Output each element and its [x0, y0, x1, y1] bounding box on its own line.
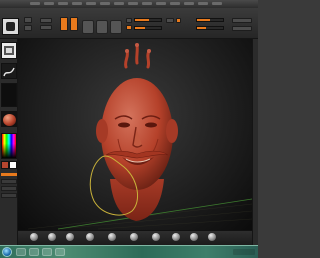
- palette-row[interactable]: [1, 179, 17, 184]
- menu-item[interactable]: [198, 2, 208, 5]
- menu-item[interactable]: [72, 2, 82, 5]
- zadd-button[interactable]: [126, 25, 132, 30]
- menu-item[interactable]: [114, 2, 124, 5]
- taskbar: [0, 245, 258, 258]
- brush-slot-icon[interactable]: [108, 233, 116, 241]
- taskbar-button-media[interactable]: [42, 248, 52, 256]
- brush-icon[interactable]: [1, 42, 17, 59]
- menu-item[interactable]: [170, 2, 180, 5]
- draw-mode-button[interactable]: [60, 17, 68, 31]
- brush-slot-icon[interactable]: [152, 233, 160, 241]
- menu-item[interactable]: [156, 2, 166, 5]
- rgb-intensity-slider[interactable]: [134, 18, 162, 22]
- menu-item[interactable]: [142, 2, 152, 5]
- brush-slot-icon[interactable]: [66, 233, 74, 241]
- edit-sub-button[interactable]: [24, 25, 32, 31]
- sculpt-right-ear: [166, 119, 178, 143]
- taskbar-button-explorer[interactable]: [16, 248, 26, 256]
- active-points-display: [232, 18, 252, 23]
- material-sphere-icon[interactable]: [1, 111, 17, 127]
- edit-mode-button[interactable]: [70, 17, 78, 31]
- system-tray[interactable]: [233, 249, 255, 255]
- total-points-display: [232, 26, 252, 31]
- brush-slot-icon[interactable]: [190, 233, 198, 241]
- windows-start-icon[interactable]: [2, 247, 12, 257]
- title-bar: [0, 0, 258, 8]
- brush-slot-icon[interactable]: [208, 233, 216, 241]
- brush-slot-icon[interactable]: [48, 233, 56, 241]
- scale-icon[interactable]: [96, 20, 108, 34]
- color-indicator-bar: [1, 173, 17, 176]
- menu-item[interactable]: [44, 2, 54, 5]
- antennae: [124, 43, 151, 69]
- bottom-shelf: [18, 230, 252, 245]
- rotate-icon[interactable]: [110, 20, 122, 34]
- brush-slot-icon[interactable]: [30, 233, 38, 241]
- lightbox-button[interactable]: [40, 18, 52, 23]
- stroke-glyph: [3, 67, 15, 77]
- palette-row[interactable]: [1, 186, 17, 191]
- top-shelf: [0, 8, 258, 39]
- alpha-icon[interactable]: [1, 83, 17, 107]
- z-intensity-slider[interactable]: [134, 26, 162, 30]
- menu-item[interactable]: [184, 2, 194, 5]
- menu-item[interactable]: [86, 2, 96, 5]
- viewport-render: [27, 43, 252, 230]
- brush-slot-icon[interactable]: [130, 233, 138, 241]
- quick-sketch-button[interactable]: [40, 25, 52, 30]
- sculpt-left-ear: [96, 119, 108, 143]
- edit-button[interactable]: [24, 17, 32, 23]
- taskbar-button-zbrush[interactable]: [55, 248, 65, 256]
- brush-slot-icon[interactable]: [172, 233, 180, 241]
- move-icon[interactable]: [82, 20, 94, 34]
- draw-size-slider[interactable]: [196, 26, 224, 30]
- menu-item[interactable]: [100, 2, 110, 5]
- brush-glyph: [4, 46, 14, 55]
- brush-slot-icon[interactable]: [86, 233, 94, 241]
- menu-item[interactable]: [128, 2, 138, 5]
- menu-item[interactable]: [58, 2, 68, 5]
- secondary-color-swatch[interactable]: [9, 161, 17, 169]
- zcut-button[interactable]: [176, 18, 181, 23]
- focal-shift-slider[interactable]: [196, 18, 224, 22]
- menu-item[interactable]: [212, 2, 222, 5]
- stroke-icon[interactable]: [1, 63, 17, 79]
- tool-thumbnail-icon[interactable]: [2, 18, 19, 35]
- document-canvas[interactable]: [18, 39, 252, 230]
- left-tray: [0, 39, 18, 245]
- primary-color-swatch[interactable]: [1, 161, 9, 169]
- taskbar-button-browser[interactable]: [29, 248, 39, 256]
- menu-item[interactable]: [30, 2, 40, 5]
- palette-row[interactable]: [1, 193, 17, 198]
- zsub-button[interactable]: [166, 18, 174, 23]
- right-tray: [252, 39, 258, 245]
- mrgb-button[interactable]: [126, 18, 132, 23]
- color-picker-icon[interactable]: [1, 133, 17, 159]
